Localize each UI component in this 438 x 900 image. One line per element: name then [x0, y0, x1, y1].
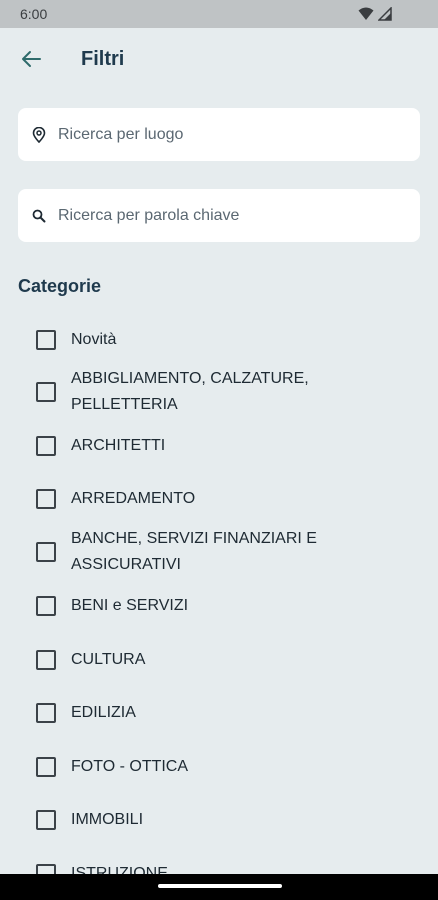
- checkbox[interactable]: [36, 810, 56, 830]
- category-item-immobili[interactable]: IMMOBILI: [34, 807, 404, 833]
- location-pin-icon: [30, 126, 48, 144]
- wifi-icon: [358, 7, 374, 24]
- checkbox[interactable]: [36, 650, 56, 670]
- category-label: ARREDAMENTO: [71, 490, 196, 507]
- category-label: EDILIZIA: [71, 704, 136, 721]
- status-bar: 6:00: [0, 0, 438, 28]
- status-icons: [358, 6, 392, 24]
- categories-title: Categorie: [18, 276, 102, 296]
- category-item-foto-ottica[interactable]: FOTO - OTTICA: [34, 754, 404, 780]
- system-navigation-bar: [0, 874, 438, 900]
- category-label: FOTO - OTTICA: [71, 758, 189, 775]
- keyword-search-input[interactable]: [58, 206, 398, 225]
- filters-screen: 6:00 Filtri Ricerca per luogo Ricerca pe…: [0, 0, 438, 900]
- category-item-novita[interactable]: Novità: [34, 327, 404, 353]
- checkbox[interactable]: [36, 382, 56, 402]
- category-item-edilizia[interactable]: EDILIZIA: [34, 700, 404, 726]
- category-label: CULTURA: [71, 651, 146, 668]
- category-label: ARCHITETTI: [71, 437, 166, 454]
- category-label: ISTRUZIONE: [71, 865, 168, 874]
- location-search-field[interactable]: [18, 108, 420, 161]
- status-time: 6:00: [20, 6, 48, 22]
- checkbox[interactable]: [36, 596, 56, 616]
- back-button[interactable]: [14, 44, 48, 78]
- page-title: Filtri: [81, 48, 125, 70]
- location-search-input[interactable]: [58, 125, 398, 144]
- checkbox[interactable]: [36, 542, 56, 562]
- category-item-banche[interactable]: BANCHE, SERVIZI FINANZIARI E ASSICURATIV…: [34, 526, 404, 578]
- signal-icon: [377, 6, 392, 24]
- category-item-arredamento[interactable]: ARREDAMENTO: [34, 486, 404, 512]
- checkbox[interactable]: [36, 757, 56, 777]
- category-item-cultura[interactable]: CULTURA: [34, 647, 404, 673]
- app-bar: Filtri: [0, 28, 438, 92]
- checkbox[interactable]: [36, 864, 56, 874]
- category-item-abbigliamento[interactable]: ABBIGLIAMENTO, CALZATURE, PELLETTERIA: [34, 366, 404, 418]
- category-label: ABBIGLIAMENTO, CALZATURE, PELLETTERIA: [71, 370, 309, 413]
- checkbox[interactable]: [36, 436, 56, 456]
- search-icon: [30, 207, 48, 225]
- checkbox[interactable]: [36, 330, 56, 350]
- checkbox[interactable]: [36, 703, 56, 723]
- checkbox[interactable]: [36, 489, 56, 509]
- keyword-search-field[interactable]: [18, 189, 420, 242]
- arrow-left-icon: [21, 50, 41, 73]
- category-label: Novità: [71, 331, 117, 348]
- home-gesture-handle[interactable]: [158, 884, 282, 888]
- category-item-architetti[interactable]: ARCHITETTI: [34, 433, 404, 459]
- category-label: BANCHE, SERVIZI FINANZIARI E ASSICURATIV…: [71, 530, 317, 573]
- category-item-istruzione[interactable]: ISTRUZIONE: [34, 861, 404, 874]
- category-label: IMMOBILI: [71, 811, 144, 828]
- category-label: BENI e SERVIZI: [71, 597, 189, 614]
- category-item-beni-servizi[interactable]: BENI e SERVIZI: [34, 593, 404, 619]
